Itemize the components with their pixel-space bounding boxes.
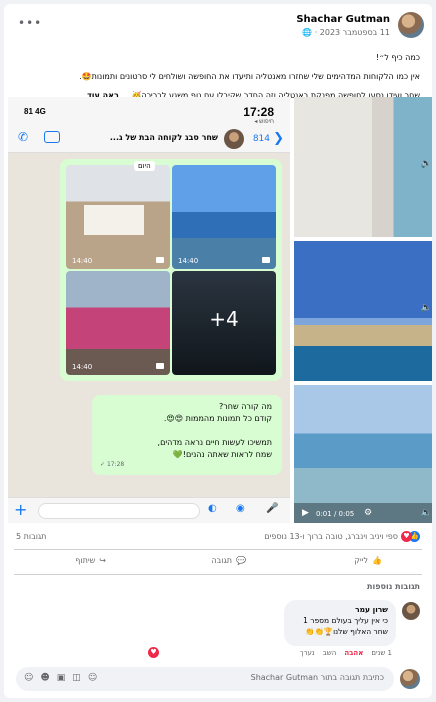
group-avatar xyxy=(224,129,244,149)
post-line: אין כמו הלקוחות המדהימים שלי שחזרו מאנטל… xyxy=(79,72,420,81)
status-time: 17:28 xyxy=(243,105,274,119)
reaction-icons[interactable]: 👍 ♥ xyxy=(400,531,420,542)
unread-count: 814 xyxy=(252,134,270,144)
whatsapp-screenshot[interactable]: 17:28 81 4G ◂ חיפוש ❮ 814 שחר סבג לקוחה … xyxy=(8,97,290,523)
comment-line: שחר האלוף שלנו🏆👏👏 xyxy=(305,627,388,636)
post-line: כמה כיף ל״! xyxy=(375,53,420,62)
play-icon[interactable]: ▶ xyxy=(302,508,309,518)
video-icon xyxy=(156,363,164,369)
video-call-icon xyxy=(44,131,60,143)
photo-time: 14:40 xyxy=(72,363,93,371)
signal-battery: 81 4G xyxy=(24,107,46,116)
comment-line: כי אין עליך בעולם מספר 1 xyxy=(303,616,388,625)
more-options-icon[interactable]: ••• xyxy=(18,16,42,30)
plus-icon: + xyxy=(14,500,28,519)
photo-beach[interactable]: 🔈 xyxy=(294,241,432,381)
photo-pier: 14:40 xyxy=(172,165,276,269)
video-controls xyxy=(294,503,432,523)
post-card: Shachar Gutman 11 בספטמבר 2023 · 🌐 ••• כ… xyxy=(4,4,432,698)
message-line: מה קורה שחר? xyxy=(219,402,272,411)
group-name: שחר סבג לקוחה הבת של ג... xyxy=(109,133,218,142)
reactions-row: 👍 ♥ ספי ויניב וינברג, טובה ברוך ו-13 נוס… xyxy=(16,529,420,545)
comment-button[interactable]: 💬 תגובה xyxy=(211,556,246,565)
edited-label: נערך xyxy=(299,649,315,657)
input-icons: ☺ ☻ ▣ ◫ ☺ xyxy=(24,673,97,683)
emoji-icon[interactable]: ☻ xyxy=(40,673,49,683)
message-bubble: מה קורה שחר? קודם כל תמונות מהממות 😍😍. ת… xyxy=(92,395,282,475)
my-avatar[interactable] xyxy=(400,669,420,689)
message-line: תמשיכו לעשות חיים נראה מדהים, xyxy=(157,438,272,447)
thumbs-up-icon: 👍 xyxy=(372,556,382,565)
comment-time[interactable]: 1 שנים xyxy=(371,649,392,657)
reply-button[interactable]: השב xyxy=(323,649,337,657)
settings-icon[interactable]: ⚙ xyxy=(364,508,372,518)
video-icon xyxy=(156,257,164,263)
reaction-names[interactable]: ספי ויניב וינברג, טובה ברוך ו-13 נוספים xyxy=(264,532,398,541)
share-icon: ↪ xyxy=(99,556,106,565)
like-label: לייק xyxy=(354,556,369,565)
video-icon xyxy=(262,257,270,263)
chat-input-bar: + ◐ ◉ 🎤 xyxy=(8,497,290,523)
photo-time: 14:40 xyxy=(72,257,93,265)
more-comments-link[interactable]: תגובות נוספות xyxy=(367,582,420,591)
message-line: שמח לראות שאתה נהנים!💚 xyxy=(172,450,272,459)
comment-placeholder: כתיבת תגובה בתור Shachar Gutman xyxy=(250,673,384,682)
message-line: קודם כל תמונות מהממות 😍😍. xyxy=(163,414,272,423)
volume-icon[interactable]: 🔈 xyxy=(421,508,432,518)
message-time: 17:28 ✓ xyxy=(100,461,125,468)
commenter-avatar[interactable] xyxy=(402,602,420,620)
phone-status-bar: 17:28 81 4G ◂ חיפוש xyxy=(8,97,290,125)
chat-input xyxy=(38,503,200,519)
video-time: 0:01 / 0:05 xyxy=(316,510,355,518)
comment-icon: 💬 xyxy=(236,556,246,565)
camera-icon[interactable]: ▣ xyxy=(57,673,66,683)
phone-call-icon: ✆ xyxy=(18,130,29,144)
camera-icon: ◉ xyxy=(236,503,245,514)
media-grid: 17:28 81 4G ◂ חיפוש ❮ 814 שחר סבג לקוחה … xyxy=(8,97,432,523)
heart-reaction-icon[interactable]: ♥ xyxy=(148,647,159,658)
photo-time: 14:40 xyxy=(178,257,199,265)
share-button[interactable]: ↪ שיתוף xyxy=(75,556,106,565)
post-date[interactable]: 11 בספטמבר 2023 · 🌐 xyxy=(302,28,390,37)
comment-count[interactable]: 5 תגובות xyxy=(16,532,46,541)
video-pier[interactable]: ▶ 0:01 / 0:05 ⚙ 🔈 xyxy=(294,385,432,523)
comment-bubble: שרון עמר כי אין עליך בעולם מספר 1 שחר הא… xyxy=(284,600,396,646)
post-header: Shachar Gutman 11 בספטמבר 2023 · 🌐 ••• xyxy=(12,12,424,46)
chevron-back-icon: ❮ xyxy=(273,131,284,146)
more-photos-count: +4 xyxy=(209,307,239,331)
photo-balcony[interactable]: 🔈 xyxy=(294,97,432,237)
photo-album-bubble: 14:40 14:40 14:40 +4 היום xyxy=(60,159,282,381)
sticker-icon[interactable]: ☺ xyxy=(24,673,33,683)
microphone-icon: 🎤 xyxy=(266,503,279,514)
gif-icon[interactable]: ◫ xyxy=(72,673,81,683)
love-reaction-icon: ♥ xyxy=(401,531,412,542)
chat-header: ❮ 814 שחר סבג לקוחה הבת של ג... ✆ xyxy=(8,125,290,153)
commenter-name[interactable]: שרון עמר xyxy=(355,605,388,614)
comment-actions: 1 שנים אהבה השב נערך xyxy=(300,649,392,657)
share-label: שיתוף xyxy=(75,556,96,565)
action-bar: 👍 לייק 💬 תגובה ↪ שיתוף xyxy=(14,549,422,575)
comment-input[interactable]: כתיבת תגובה בתור Shachar Gutman ☺ ☻ ▣ ◫ … xyxy=(16,667,394,691)
volume-icon[interactable]: 🔈 xyxy=(421,303,432,313)
avatar-sticker-icon[interactable]: ☺ xyxy=(88,673,97,683)
message-line xyxy=(102,425,272,437)
author-name[interactable]: Shachar Gutman xyxy=(296,14,390,25)
sticker-icon: ◐ xyxy=(208,503,217,514)
love-button[interactable]: אהבה xyxy=(344,649,363,657)
volume-icon[interactable]: 🔈 xyxy=(421,159,432,169)
back-search: ◂ חיפוש xyxy=(254,119,274,125)
photo-room: 14:40 xyxy=(66,165,170,269)
photo-more: +4 xyxy=(172,271,276,375)
photo-pink-car: 14:40 xyxy=(66,271,170,375)
globe-icon: 🌐 xyxy=(302,28,313,37)
today-label: היום xyxy=(134,161,155,171)
comment-label: תגובה xyxy=(211,556,233,565)
author-avatar[interactable] xyxy=(398,12,424,38)
like-button[interactable]: 👍 לייק xyxy=(354,556,382,565)
